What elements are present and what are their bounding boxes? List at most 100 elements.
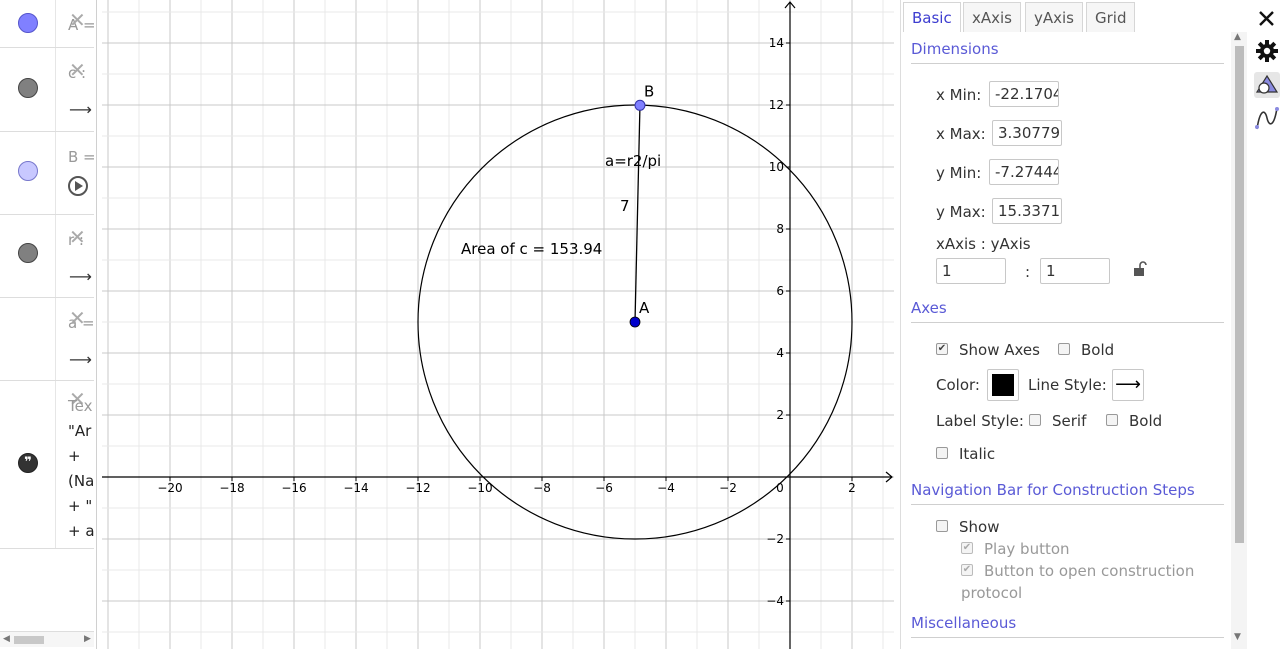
- arrow-right-icon: ⟶: [69, 100, 92, 119]
- text-line: + ": [68, 497, 93, 515]
- delete-icon[interactable]: ✕: [69, 60, 86, 80]
- play-animation-icon[interactable]: [68, 176, 88, 196]
- circle-visibility-dot[interactable]: [18, 78, 38, 98]
- protocol-button-checkbox: ✔: [961, 564, 973, 576]
- point-b-label: B: [644, 82, 654, 100]
- segment-visibility-dot[interactable]: [18, 243, 38, 263]
- tab-xaxis[interactable]: xAxis: [963, 2, 1021, 32]
- scrollbar-thumb[interactable]: [14, 636, 44, 644]
- scrollbar-thumb[interactable]: [1235, 46, 1244, 543]
- scroll-left-icon[interactable]: ◀: [3, 634, 10, 644]
- algebra-horizontal-scrollbar[interactable]: ◀ ▶: [0, 631, 94, 647]
- algebra-item-text[interactable]: ❞ ✕ Tex "Ar + (Na + " + a: [0, 381, 95, 549]
- axis-ratio-label: xAxis : yAxis: [936, 235, 1031, 253]
- italic-label: Italic: [959, 445, 996, 463]
- algebra-item-number[interactable]: a = ✕ ⟶: [0, 298, 95, 381]
- miscellaneous-heading: Miscellaneous: [911, 614, 1017, 632]
- y-tick-label: −4: [766, 594, 784, 608]
- visibility-marker[interactable]: [0, 0, 56, 47]
- y-tick-label: 8: [776, 222, 784, 236]
- tab-yaxis[interactable]: yAxis: [1025, 2, 1083, 32]
- algebra-item-label: B =: [68, 148, 96, 166]
- text-line: + a: [68, 522, 95, 540]
- protocol-button-label-cont: protocol: [961, 584, 1023, 602]
- x-tick-label: −12: [405, 481, 430, 495]
- ymax-input[interactable]: 15.33712: [992, 198, 1062, 224]
- unlock-icon[interactable]: [1133, 261, 1147, 277]
- show-axes-checkbox[interactable]: ✔: [936, 343, 948, 355]
- xmax-label: x Max:: [936, 125, 986, 143]
- algebra-item-segment[interactable]: r : ✕ ⟶: [0, 215, 94, 298]
- dimensions-heading: Dimensions: [911, 40, 999, 58]
- scroll-down-icon[interactable]: ▼: [1234, 632, 1241, 642]
- algebra-item-circle[interactable]: c : ✕ ⟶: [0, 48, 94, 132]
- y-tick-label: 14: [769, 36, 784, 50]
- text-line: (Na: [68, 472, 95, 490]
- delete-icon[interactable]: ✕: [69, 10, 86, 30]
- play-button-label: Play button: [984, 540, 1070, 558]
- arrow-right-icon: ⟶: [69, 267, 92, 286]
- graphics-view[interactable]: −20 −18 −16 −14 −12 −10 −8 −6 −4 −2 0 2 14 12 10 8 6 4 2 −2…: [102, 0, 894, 649]
- play-button-checkbox: ✔: [961, 542, 973, 554]
- protocol-button-label: Button to open construction: [984, 562, 1195, 580]
- area-text[interactable]: Area of c = 153.94: [461, 240, 602, 258]
- close-icon[interactable]: [1254, 6, 1280, 32]
- algebra-item-a-point[interactable]: A = ✕: [0, 0, 96, 48]
- point-a-visibility-dot[interactable]: [18, 13, 38, 33]
- function-graph-icon[interactable]: [1254, 105, 1280, 131]
- text-line: "Ar: [68, 422, 92, 440]
- point-a[interactable]: [629, 316, 641, 328]
- x-tick-label: −16: [281, 481, 306, 495]
- xmin-input[interactable]: -22.1704: [989, 81, 1059, 107]
- bold-label: Bold: [1081, 341, 1115, 359]
- segment-value: 7: [620, 197, 630, 215]
- algebra-view: A = ✕ c : ✕ ⟶ B = r : ✕ ⟶ a = ✕ ⟶ ❞ ✕ Te…: [0, 0, 97, 649]
- ratio-y-input[interactable]: 1: [1040, 258, 1110, 284]
- text-line: +: [68, 447, 81, 465]
- graphics-view-icon[interactable]: [1254, 72, 1280, 98]
- segment-r[interactable]: [634, 105, 641, 323]
- scroll-right-icon[interactable]: ▶: [84, 634, 91, 644]
- divider: [911, 637, 1224, 638]
- ratio-separator: :: [1025, 263, 1031, 281]
- tab-grid[interactable]: Grid: [1086, 2, 1136, 32]
- arrow-right-icon: ⟶: [69, 350, 92, 369]
- serif-label: Serif: [1052, 412, 1087, 430]
- ymin-input[interactable]: -7.27444: [989, 159, 1059, 185]
- graphics-canvas[interactable]: −20 −18 −16 −14 −12 −10 −8 −6 −4 −2 0 21412108642−2…: [102, 0, 894, 649]
- properties-scrollbar[interactable]: ▲ ▼: [1231, 32, 1247, 649]
- italic-checkbox[interactable]: [936, 447, 948, 459]
- y-tick-label: 6: [776, 284, 784, 298]
- x-tick-label: −14: [343, 481, 368, 495]
- bold-checkbox[interactable]: [1058, 343, 1070, 355]
- x-tick-label: −18: [219, 481, 244, 495]
- serif-checkbox[interactable]: [1029, 414, 1041, 426]
- point-b-visibility-dot[interactable]: [18, 161, 38, 181]
- label-style-label: Label Style:: [936, 412, 1024, 430]
- divider: [911, 504, 1224, 505]
- point-b[interactable]: [634, 99, 646, 111]
- gear-icon[interactable]: [1254, 38, 1280, 64]
- xmin-label: x Min:: [936, 86, 982, 104]
- show-navbar-checkbox[interactable]: [936, 520, 948, 532]
- delete-icon[interactable]: ✕: [69, 308, 86, 328]
- line-style-button[interactable]: ⟶: [1112, 369, 1144, 401]
- bold-label-checkbox[interactable]: [1106, 414, 1118, 426]
- bold-label-style: Bold: [1129, 412, 1163, 430]
- scroll-up-icon[interactable]: ▲: [1234, 32, 1241, 42]
- x-tick-label: 2: [848, 481, 856, 495]
- divider: [911, 322, 1224, 323]
- ratio-x-input[interactable]: 1: [936, 258, 1006, 284]
- x-tick-label: −20: [157, 481, 182, 495]
- x-tick-label: −2: [719, 481, 737, 495]
- tab-bar: Basic xAxis yAxis Grid: [901, 0, 1231, 32]
- quote-icon[interactable]: ❞: [18, 453, 38, 473]
- x-tick-label: −8: [533, 481, 551, 495]
- axis-color-button[interactable]: [987, 369, 1019, 401]
- xmax-input[interactable]: 3.30779: [992, 120, 1062, 146]
- tab-basic[interactable]: Basic: [903, 2, 961, 32]
- line-style-label: Line Style:: [1028, 376, 1107, 394]
- algebra-item-b-point[interactable]: B =: [0, 132, 96, 215]
- delete-icon[interactable]: ✕: [69, 227, 86, 247]
- y-tick-label: 12: [769, 98, 784, 112]
